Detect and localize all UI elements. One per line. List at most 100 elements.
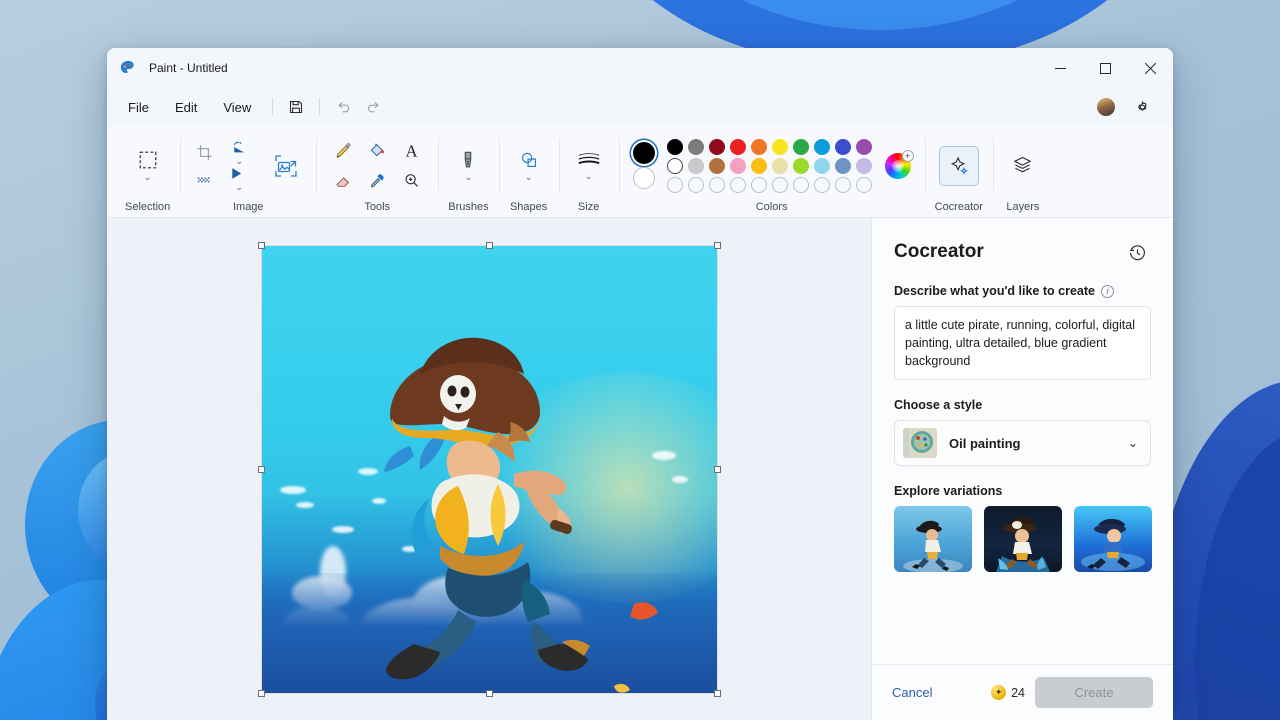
current-colors xyxy=(632,142,655,189)
chevron-down-icon: ⌄ xyxy=(1127,436,1138,451)
palette-swatch-empty-0[interactable] xyxy=(667,176,684,193)
palette-swatch-row1-8[interactable] xyxy=(835,138,852,155)
ribbon-group-label: Image xyxy=(232,201,264,213)
chevron-down-icon: ⌄ xyxy=(143,172,152,182)
text-tool-button[interactable]: A xyxy=(394,136,428,166)
palette-swatch-row1-9[interactable] xyxy=(856,138,873,155)
coin-icon xyxy=(991,685,1007,700)
palette-swatch-row1-2[interactable] xyxy=(709,138,726,155)
selection-handle-w[interactable] xyxy=(257,465,265,473)
canvas[interactable] xyxy=(261,245,717,693)
secondary-color-swatch[interactable] xyxy=(632,167,655,189)
create-button[interactable]: Create xyxy=(1035,677,1153,708)
palette-swatch-row2-1[interactable] xyxy=(688,157,705,174)
transparent-selection-button[interactable] xyxy=(190,166,218,192)
ribbon-group-brushes: ⌄ Brushes xyxy=(438,126,498,217)
selection-handle-n[interactable] xyxy=(485,241,493,249)
palette-swatch-empty-5[interactable] xyxy=(772,176,789,193)
prompt-input[interactable]: a little cute pirate, running, colorful,… xyxy=(894,306,1151,381)
account-button[interactable] xyxy=(1091,93,1121,121)
variation-thumbnail-2[interactable] xyxy=(984,506,1062,573)
ribbon-group-colors: + Colors xyxy=(618,126,925,217)
close-button[interactable] xyxy=(1128,48,1173,88)
layers-button[interactable] xyxy=(1003,144,1043,188)
menu-item-view[interactable]: View xyxy=(210,95,264,120)
palette-swatch-row2-3[interactable] xyxy=(730,157,747,174)
eraser-tool-button[interactable] xyxy=(326,166,360,196)
ribbon-group-label: Brushes xyxy=(448,201,489,213)
palette-swatch-empty-2[interactable] xyxy=(709,176,726,193)
maximize-button[interactable] xyxy=(1083,48,1128,88)
user-avatar-icon xyxy=(1097,98,1115,116)
history-button[interactable] xyxy=(1123,238,1151,266)
selection-handle-nw[interactable] xyxy=(257,241,265,249)
menu-item-file[interactable]: File xyxy=(115,95,162,120)
menu-separator-1 xyxy=(272,98,274,116)
cancel-button[interactable]: Cancel xyxy=(892,685,932,700)
info-icon[interactable]: i xyxy=(1100,284,1114,298)
add-color-icon: + xyxy=(901,149,914,162)
palette-swatch-empty-7[interactable] xyxy=(814,176,831,193)
palette-swatch-row2-9[interactable] xyxy=(856,157,873,174)
palette-swatch-row2-4[interactable] xyxy=(751,157,768,174)
palette-swatch-row1-5[interactable] xyxy=(772,138,789,155)
panel-title: Cocreator xyxy=(894,241,984,262)
pencil-tool-button[interactable] xyxy=(326,136,360,166)
brushes-button[interactable]: ⌄ xyxy=(448,144,488,188)
save-button[interactable] xyxy=(281,93,311,121)
palette-swatch-row1-6[interactable] xyxy=(793,138,810,155)
palette-swatch-empty-3[interactable] xyxy=(730,176,747,193)
selection-handle-se[interactable] xyxy=(713,689,721,697)
palette-swatch-row1-7[interactable] xyxy=(814,138,831,155)
palette-swatch-row2-7[interactable] xyxy=(814,157,831,174)
color-wheel-icon: + xyxy=(884,149,914,179)
magnifier-tool-button[interactable] xyxy=(394,166,428,196)
svg-text:A: A xyxy=(405,142,417,161)
menu-item-edit[interactable]: Edit xyxy=(162,95,210,120)
palette-swatch-row1-3[interactable] xyxy=(730,138,747,155)
palette-swatch-empty-8[interactable] xyxy=(835,176,852,193)
palette-swatch-row2-5[interactable] xyxy=(772,157,789,174)
variation-thumbnail-1[interactable] xyxy=(894,506,972,573)
canvas-area[interactable] xyxy=(107,218,871,720)
selection-handle-s[interactable] xyxy=(485,689,493,697)
flip-button[interactable]: ⌄ xyxy=(220,166,258,192)
shapes-button[interactable]: ⌄ xyxy=(509,144,549,188)
palette-swatch-empty-6[interactable] xyxy=(793,176,810,193)
resize-image-button[interactable] xyxy=(266,144,306,188)
style-dropdown[interactable]: Oil painting ⌄ xyxy=(894,420,1151,467)
primary-color-swatch[interactable] xyxy=(632,142,655,164)
custom-color-button[interactable]: + xyxy=(884,149,914,179)
ribbon-group-tools: A Tools xyxy=(316,126,438,217)
palette-swatch-row2-2[interactable] xyxy=(709,157,726,174)
crop-button[interactable] xyxy=(190,140,218,166)
undo-button[interactable] xyxy=(328,93,358,121)
tools-grid: A xyxy=(326,136,428,196)
palette-swatch-empty-1[interactable] xyxy=(688,176,705,193)
selection-handle-e[interactable] xyxy=(713,465,721,473)
size-button[interactable]: ⌄ xyxy=(569,144,609,188)
settings-button[interactable] xyxy=(1127,93,1157,121)
palette-swatch-empty-4[interactable] xyxy=(751,176,768,193)
title-bar[interactable]: Paint - Untitled xyxy=(107,48,1173,88)
selection-handle-sw[interactable] xyxy=(257,689,265,697)
fill-bucket-tool-button[interactable] xyxy=(360,136,394,166)
redo-button[interactable] xyxy=(358,93,388,121)
palette-swatch-row2-8[interactable] xyxy=(835,157,852,174)
rectangle-select-button[interactable]: ⌄ xyxy=(128,144,168,188)
eyedropper-tool-button[interactable] xyxy=(360,166,394,196)
palette-swatch-row1-0[interactable] xyxy=(667,138,684,155)
minimize-button[interactable] xyxy=(1038,48,1083,88)
canvas-wrapper xyxy=(257,241,721,697)
palette-swatch-row1-4[interactable] xyxy=(751,138,768,155)
palette-swatch-empty-9[interactable] xyxy=(856,176,873,193)
selection-handle-ne[interactable] xyxy=(713,241,721,249)
ribbon-group-cocreator: Cocreator xyxy=(924,126,993,217)
variation-thumbnail-3[interactable] xyxy=(1074,506,1152,573)
ribbon-group-label: Tools xyxy=(364,201,391,213)
rotate-button[interactable]: ⌄ xyxy=(220,140,258,166)
palette-swatch-row2-0[interactable] xyxy=(667,157,684,174)
palette-swatch-row1-1[interactable] xyxy=(688,138,705,155)
cocreator-button[interactable] xyxy=(938,145,979,186)
palette-swatch-row2-6[interactable] xyxy=(793,157,810,174)
